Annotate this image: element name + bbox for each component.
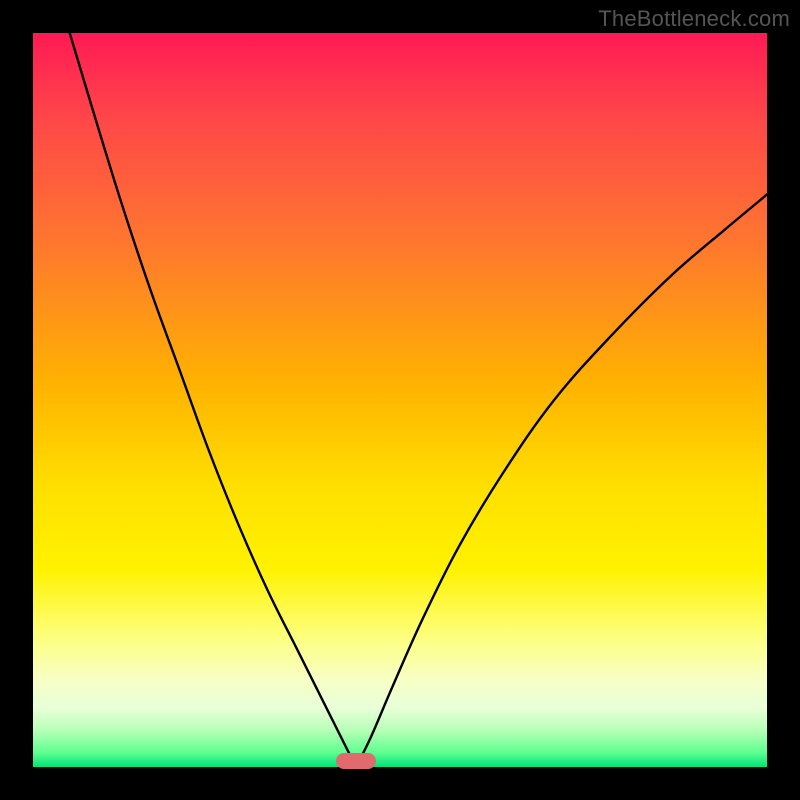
left-curve bbox=[70, 33, 356, 767]
chart-frame: TheBottleneck.com bbox=[0, 0, 800, 800]
curves-svg bbox=[0, 0, 800, 800]
watermark-text: TheBottleneck.com bbox=[598, 6, 790, 32]
minimum-marker bbox=[336, 753, 376, 769]
right-curve bbox=[356, 194, 767, 767]
